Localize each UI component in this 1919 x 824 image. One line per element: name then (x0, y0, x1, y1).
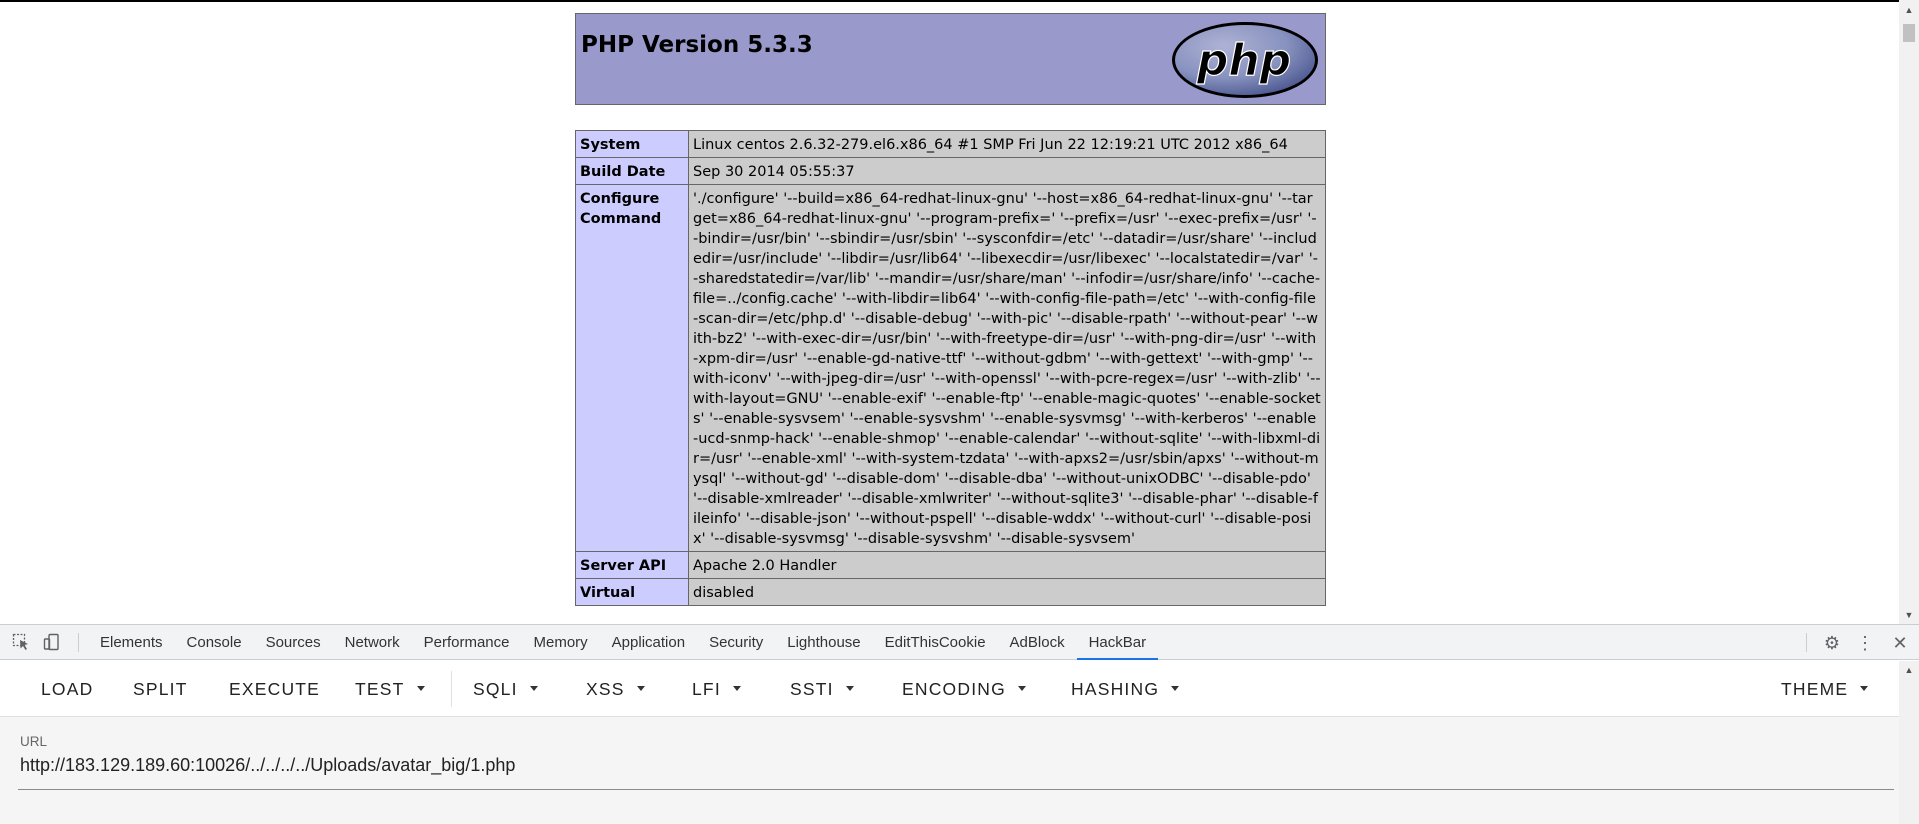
tab-lighthouse[interactable]: Lighthouse (775, 625, 872, 660)
devtools-tabbar: Elements Console Sources Network Perform… (0, 625, 1919, 660)
theme-dropdown-label: THEME (1781, 679, 1849, 699)
table-value: Linux centos 2.6.32-279.el6.x86_64 #1 SM… (688, 130, 1326, 158)
chevron-down-icon (636, 685, 645, 691)
url-input[interactable]: http://183.129.189.60:10026/../../../../… (20, 755, 1894, 776)
devtools-panel: Elements Console Sources Network Perform… (0, 624, 1919, 824)
url-field-area: URL http://183.129.189.60:10026/../../..… (0, 717, 1899, 824)
device-toolbar-icon[interactable] (42, 632, 62, 652)
theme-dropdown[interactable]: THEME (1781, 661, 1869, 717)
load-button[interactable]: LOAD (41, 661, 93, 717)
table-value: Sep 30 2014 05:55:37 (688, 157, 1326, 185)
split-button[interactable]: SPLIT (133, 661, 188, 717)
chevron-down-icon (416, 685, 425, 691)
lfi-dropdown-label: LFI (692, 679, 721, 699)
scroll-thumb[interactable] (1903, 24, 1915, 42)
scroll-down-arrow-icon[interactable]: ▼ (1899, 607, 1919, 624)
tab-hackbar[interactable]: HackBar (1076, 625, 1159, 660)
table-key: Server API (575, 551, 689, 579)
php-logo-text: php (1196, 35, 1291, 86)
tab-console[interactable]: Console (175, 625, 254, 660)
tab-performance[interactable]: Performance (412, 625, 522, 660)
chevron-down-icon (732, 685, 741, 691)
url-label: URL (20, 734, 48, 749)
table-row: Configure Command './configure' '--build… (575, 184, 1326, 552)
table-row: Server API Apache 2.0 Handler (575, 551, 1326, 579)
tab-elements[interactable]: Elements (88, 625, 175, 660)
top-border (0, 0, 1919, 2)
devtools-tabs: Elements Console Sources Network Perform… (88, 625, 1159, 660)
php-info-table: System Linux centos 2.6.32-279.el6.x86_6… (575, 130, 1326, 606)
tab-memory[interactable]: Memory (522, 625, 600, 660)
hackbar-toolbar: LOAD SPLIT EXECUTE TEST SQLI XSS LFI SST… (0, 661, 1899, 717)
table-value: disabled (688, 578, 1326, 606)
test-dropdown[interactable]: TEST (355, 661, 425, 717)
tab-editthiscookie[interactable]: EditThisCookie (873, 625, 998, 660)
scroll-up-arrow-icon[interactable]: ▲ (1899, 2, 1919, 19)
more-vertical-icon[interactable]: ⋮ (1855, 633, 1875, 653)
load-button-label: LOAD (41, 679, 94, 699)
hackbar-scrollbar[interactable]: ▲ (1899, 661, 1919, 824)
table-row: System Linux centos 2.6.32-279.el6.x86_6… (575, 130, 1326, 158)
table-key: Virtual (575, 578, 689, 606)
tab-adblock[interactable]: AdBlock (998, 625, 1077, 660)
gear-icon[interactable]: ⚙ (1822, 633, 1842, 653)
inspect-element-icon[interactable] (11, 632, 31, 652)
hashing-dropdown-label: HASHING (1071, 679, 1160, 699)
page-viewport: PHP Version 5.3.3 php System Linux cento… (0, 0, 1919, 624)
table-value: Apache 2.0 Handler (688, 551, 1326, 579)
scroll-up-arrow-icon[interactable]: ▲ (1899, 665, 1919, 679)
chevron-down-icon (1171, 685, 1180, 691)
xss-dropdown-label: XSS (586, 679, 625, 699)
encoding-dropdown-label: ENCODING (902, 679, 1006, 699)
php-logo: php (1172, 22, 1318, 98)
lfi-dropdown[interactable]: LFI (692, 661, 741, 717)
sqli-dropdown-label: SQLI (473, 679, 518, 699)
chevron-down-icon (529, 685, 538, 691)
tabbar-divider (1806, 633, 1807, 652)
table-value: './configure' '--build=x86_64-redhat-lin… (688, 184, 1326, 552)
split-button-label: SPLIT (133, 679, 188, 699)
test-dropdown-label: TEST (355, 679, 405, 699)
sqli-dropdown[interactable]: SQLI (473, 661, 538, 717)
execute-button[interactable]: EXECUTE (229, 661, 320, 717)
encoding-dropdown[interactable]: ENCODING (902, 661, 1026, 717)
toolbar-divider (451, 671, 452, 707)
table-key: System (575, 130, 689, 158)
xss-dropdown[interactable]: XSS (586, 661, 645, 717)
table-row: Virtual disabled (575, 578, 1326, 606)
table-key: Build Date (575, 157, 689, 185)
close-icon[interactable]: ✕ (1890, 633, 1910, 653)
table-row: Build Date Sep 30 2014 05:55:37 (575, 157, 1326, 185)
tab-application[interactable]: Application (600, 625, 697, 660)
tabbar-divider (78, 633, 79, 652)
chevron-down-icon (845, 685, 854, 691)
url-underline (18, 789, 1894, 790)
execute-button-label: EXECUTE (229, 679, 321, 699)
ssti-dropdown[interactable]: SSTI (790, 661, 854, 717)
php-header: PHP Version 5.3.3 php (575, 13, 1326, 105)
page-title: PHP Version 5.3.3 (581, 32, 813, 58)
ssti-dropdown-label: SSTI (790, 679, 834, 699)
tab-security[interactable]: Security (697, 625, 775, 660)
phpinfo-container: PHP Version 5.3.3 php System Linux cento… (575, 13, 1326, 606)
chevron-down-icon (1017, 685, 1026, 691)
page-scrollbar[interactable]: ▲ ▼ (1899, 0, 1919, 624)
table-key: Configure Command (575, 184, 689, 552)
tab-sources[interactable]: Sources (254, 625, 333, 660)
chevron-down-icon (1860, 685, 1869, 691)
tab-network[interactable]: Network (333, 625, 412, 660)
hashing-dropdown[interactable]: HASHING (1071, 661, 1180, 717)
